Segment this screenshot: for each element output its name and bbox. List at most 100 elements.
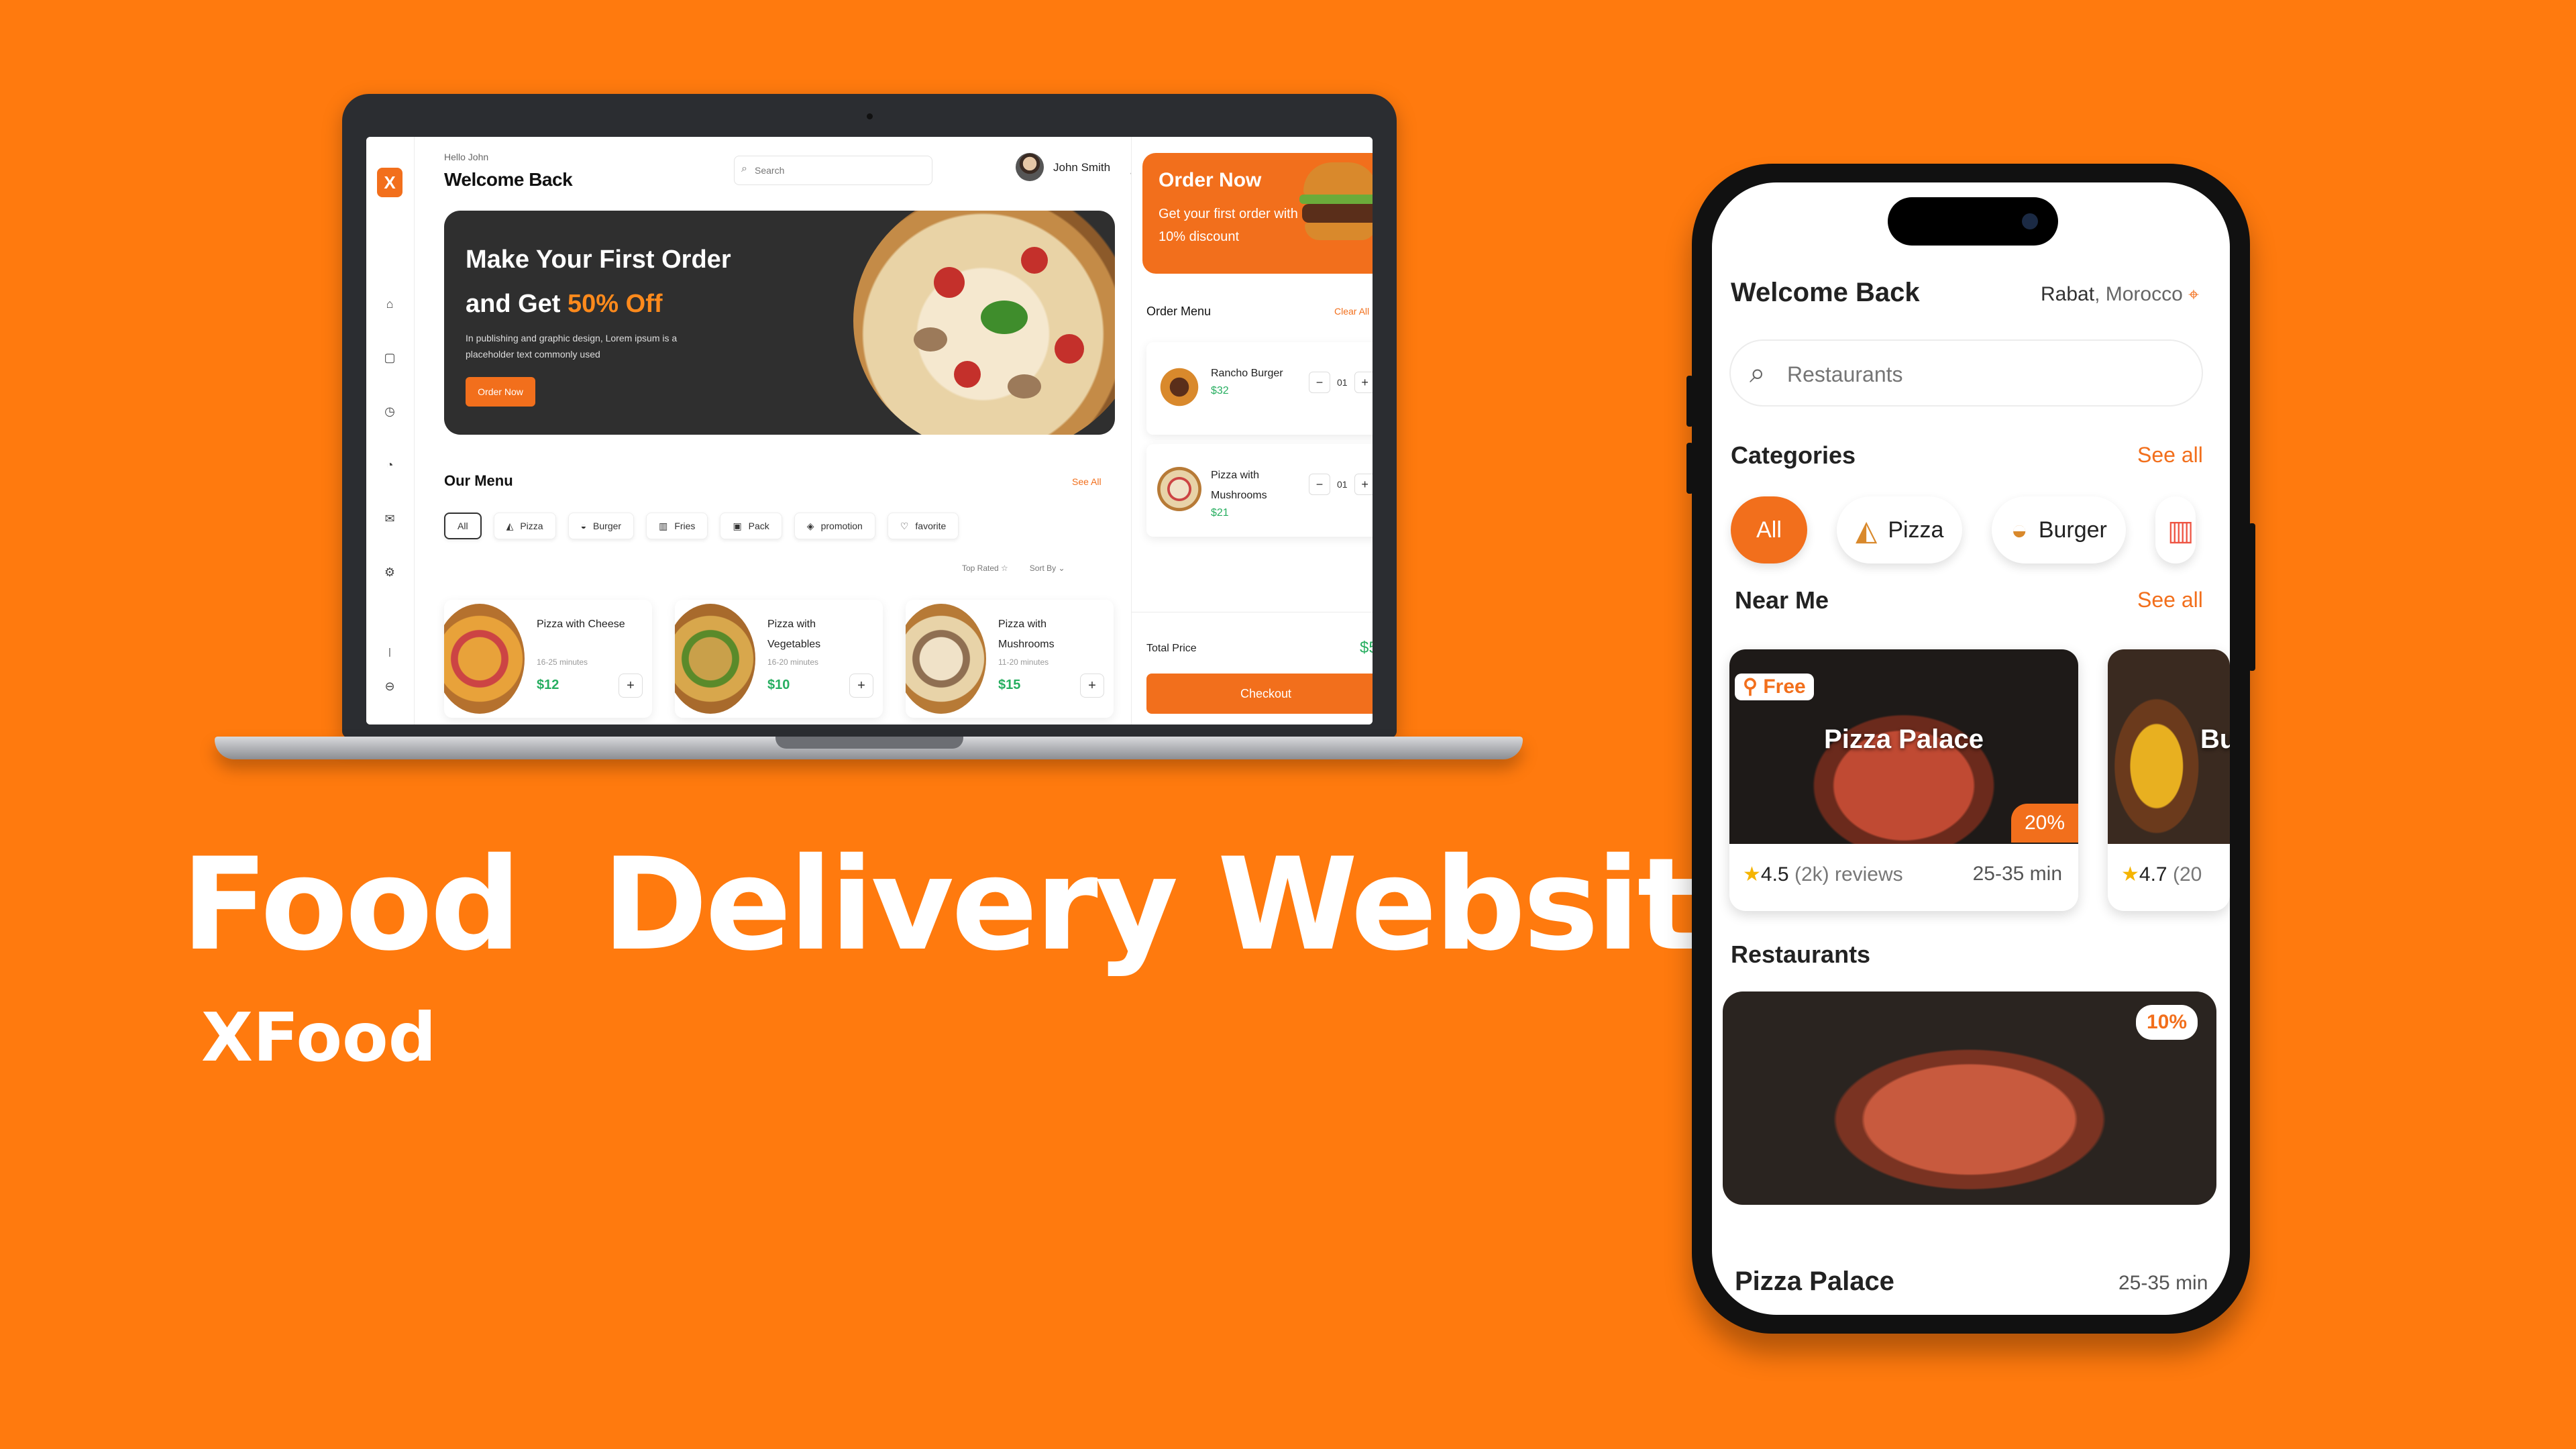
laptop-notch xyxy=(775,737,963,749)
chip-pizza[interactable]: ◭ Pizza xyxy=(1837,496,1963,564)
brand-name: XFood xyxy=(201,998,437,1077)
stats-icon[interactable]: ◔ xyxy=(382,458,397,472)
greeting: Hello John xyxy=(444,152,489,162)
search-input[interactable] xyxy=(755,162,922,179)
search-icon: ⌕ xyxy=(741,163,747,174)
add-to-cart-button[interactable]: + xyxy=(1080,674,1104,698)
chip-burger[interactable]: ◒ Burger xyxy=(568,513,635,539)
product-time: 16-20 minutes xyxy=(767,657,819,667)
product-card[interactable]: Pizza with Vegetables 16-20 minutes $10 … xyxy=(675,600,883,718)
pizza-image xyxy=(906,604,986,714)
chip-favorite[interactable]: ♡ favorite xyxy=(887,513,959,539)
see-all-link[interactable]: See all xyxy=(2137,443,2203,468)
order-now-button[interactable]: Order Now xyxy=(466,377,535,407)
product-name: Pizza with Mushrooms xyxy=(998,619,1055,650)
product-price: $12 xyxy=(537,678,559,692)
phone-button xyxy=(1686,376,1693,427)
settings-icon[interactable]: ⚙ xyxy=(382,565,397,580)
increase-button[interactable]: + xyxy=(1354,474,1373,495)
chip-pizza[interactable]: ◭ Pizza xyxy=(493,513,556,539)
chip-burger[interactable]: ◒ Burger xyxy=(1992,496,2126,564)
delivery-time: 25-35 min xyxy=(2118,1272,2208,1294)
quantity-stepper: − 01 + xyxy=(1309,372,1373,393)
divider-icon: | xyxy=(388,646,391,657)
app-logo[interactable]: X xyxy=(377,168,402,197)
order-panel: Order Now Get your first order with 10% … xyxy=(1131,137,1373,724)
star-icon: ★ xyxy=(2121,863,2139,885)
discount-badge: 10% xyxy=(2136,1005,2198,1040)
promo-text: Get your first order with 10% discount xyxy=(1159,207,1298,244)
logout-icon[interactable]: ⊖ xyxy=(382,679,397,694)
sort-by-dropdown[interactable]: Sort By ⌄ xyxy=(1030,564,1065,573)
box-icon: ▣ xyxy=(733,520,742,531)
product-card[interactable]: Pizza with Mushrooms 11-20 minutes $15 + xyxy=(906,600,1114,718)
see-all-link[interactable]: See all xyxy=(2137,588,2203,612)
location-pin-icon: ⌖ xyxy=(2188,284,2199,305)
hero-description: In publishing and graphic design, Lorem … xyxy=(466,333,678,360)
see-all-link[interactable]: See All xyxy=(1072,476,1102,487)
burger-icon: ◒ xyxy=(2010,514,2028,545)
total-label: Total Price xyxy=(1146,643,1197,654)
user-name[interactable]: John Smith xyxy=(1053,161,1110,174)
chip-pack[interactable]: ▣ Pack xyxy=(720,513,782,539)
quantity-stepper: − 01 + xyxy=(1309,474,1373,495)
phone-button xyxy=(2249,523,2255,671)
restaurant-card[interactable]: Bu ★4.7 (20 xyxy=(2108,649,2230,911)
product-price: $15 xyxy=(998,678,1021,692)
chip-promotion[interactable]: ◈ promotion xyxy=(794,513,875,539)
star-icon: ★ xyxy=(1743,863,1761,885)
order-menu-title: Order Menu xyxy=(1146,305,1212,318)
product-price: $10 xyxy=(767,678,790,692)
search-input[interactable] xyxy=(1787,361,2176,388)
history-icon[interactable]: ◷ xyxy=(382,404,397,419)
free-delivery-badge: ⚲ Free xyxy=(1735,674,1814,700)
laptop-camera xyxy=(867,113,873,119)
add-to-cart-button[interactable]: + xyxy=(849,674,873,698)
hero-line1: Make Your First Order xyxy=(466,246,731,274)
search-icon: ⌕ xyxy=(1750,357,1766,388)
avatar[interactable] xyxy=(1016,153,1044,181)
mail-icon[interactable]: ✉ xyxy=(382,511,397,526)
decrease-button[interactable]: − xyxy=(1309,372,1330,393)
location[interactable]: Rabat, Morocco ⌖ xyxy=(2041,283,2199,306)
search-box[interactable]: ⌕ xyxy=(1729,339,2203,407)
checkout-button[interactable]: Checkout xyxy=(1146,674,1373,714)
home-icon[interactable]: ⌂ xyxy=(382,297,397,311)
filters: Top Rated ☆ Sort By ⌄ xyxy=(962,564,1065,573)
pizza-image xyxy=(444,604,525,714)
decrease-button[interactable]: − xyxy=(1309,474,1330,495)
chip-fries[interactable]: ▥ xyxy=(2155,496,2196,564)
hero-banner: Make Your First Order and Get 50% Off In… xyxy=(444,211,1115,435)
increase-button[interactable]: + xyxy=(1354,372,1373,393)
category-chips: All ◭ Pizza ◒ Burger ▥ Fries ▣ Pack ◈ promoti… xyxy=(444,513,959,539)
main-content: Hello John Welcome Back ⌕ John Smith 🔔︎ … xyxy=(415,137,1148,724)
burger-icon: ◒ xyxy=(580,521,587,531)
tag-icon: ◈ xyxy=(806,520,814,531)
restaurants-title: Restaurants xyxy=(1731,941,1871,968)
chip-all[interactable]: All xyxy=(444,513,482,539)
page-title: Welcome Back xyxy=(444,169,573,190)
product-card[interactable]: Pizza with Cheese 16-25 minutes $12 + xyxy=(444,600,652,718)
sidebar: X ⌂ ▢ ◷ ◔ ✉ ⚙ | ⊖ xyxy=(366,137,415,724)
restaurant-card[interactable]: Pizza Palace ⚲ Free 20% ★4.5 (2k) review… xyxy=(1729,649,2078,911)
chip-fries[interactable]: ▥ Fries xyxy=(646,513,708,539)
search-box[interactable]: ⌕ xyxy=(734,156,932,185)
discount-badge: 20% xyxy=(2011,804,2078,843)
chip-all[interactable]: All xyxy=(1731,496,1807,564)
total-value: $53 xyxy=(1360,639,1373,657)
add-to-cart-button[interactable]: + xyxy=(619,674,643,698)
promo-card[interactable]: Order Now Get your first order with 10% … xyxy=(1142,153,1373,274)
categories-title: Categories xyxy=(1731,441,1856,469)
product-name: Pizza with Cheese xyxy=(537,619,625,630)
promo-title: Order Now xyxy=(1159,169,1262,191)
near-me-title: Near Me xyxy=(1735,586,1829,614)
pizza-icon: ◭ xyxy=(506,520,514,531)
pizza-image xyxy=(675,604,755,714)
top-rated-filter[interactable]: Top Rated ☆ xyxy=(962,564,1008,573)
burger-image xyxy=(1290,156,1373,256)
location-city: Rabat xyxy=(2041,283,2095,305)
hero-line2-prefix: and Get xyxy=(466,290,568,318)
chat-icon[interactable]: ▢ xyxy=(382,350,397,365)
page-title: Welcome Back xyxy=(1731,278,1920,307)
clear-all-link[interactable]: Clear All xyxy=(1334,306,1369,317)
